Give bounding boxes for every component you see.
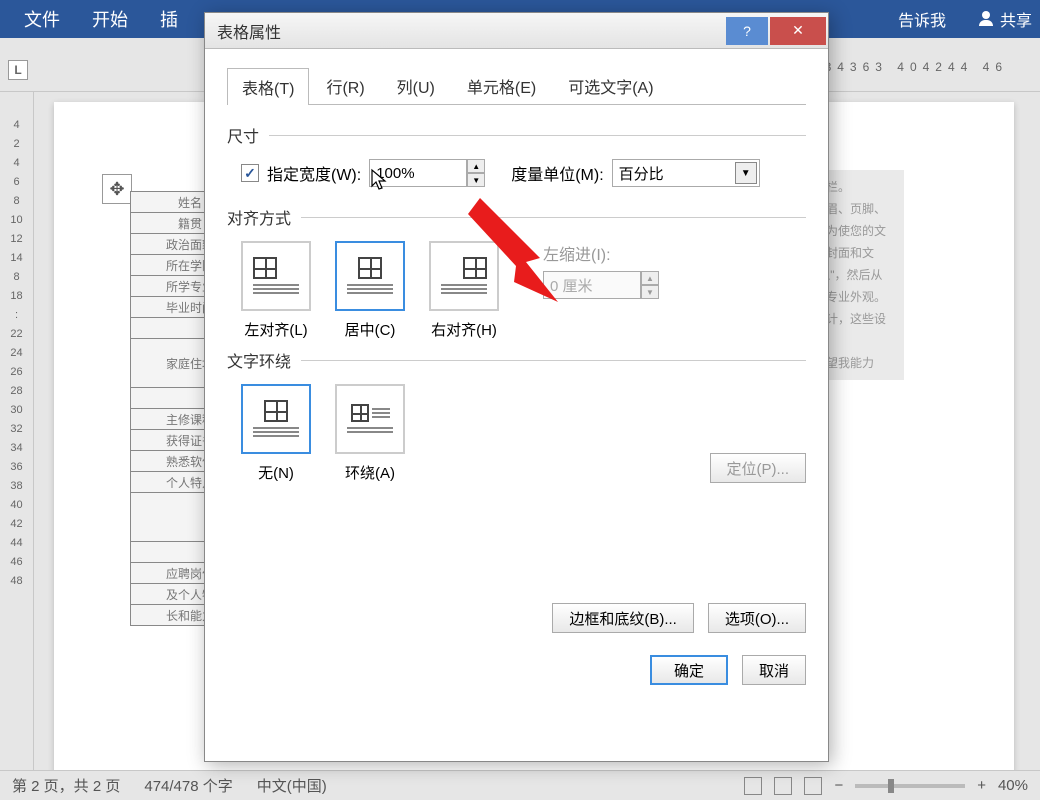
wrap-around-option[interactable]	[335, 384, 405, 454]
zoom-value[interactable]: 40%	[998, 777, 1028, 794]
tell-me-label[interactable]: 告诉我	[898, 7, 946, 31]
view-web-icon[interactable]	[804, 777, 822, 795]
dialog-tabs: 表格(T) 行(R) 列(U) 单元格(E) 可选文字(A)	[227, 67, 806, 105]
tab-selector[interactable]: L	[8, 60, 28, 80]
spin-down-icon[interactable]: ▼	[467, 173, 485, 187]
tab-alt-text[interactable]: 可选文字(A)	[553, 67, 668, 104]
status-words[interactable]: 474/478 个字	[144, 775, 232, 796]
status-language[interactable]: 中文(中国)	[257, 775, 327, 796]
person-icon	[978, 11, 994, 27]
width-label: 指定宽度(W):	[267, 161, 361, 185]
status-bar: 第 2 页，共 2 页 474/478 个字 中文(中国) − + 40%	[0, 770, 1040, 800]
zoom-out-icon[interactable]: −	[834, 777, 843, 794]
close-button[interactable]: ✕	[770, 17, 826, 45]
alignment-section-label: 对齐方式	[227, 205, 806, 229]
zoom-in-icon[interactable]: +	[977, 777, 986, 794]
align-left-option[interactable]	[241, 241, 311, 311]
status-page[interactable]: 第 2 页，共 2 页	[12, 775, 120, 796]
wrap-none-label: 无(N)	[258, 462, 294, 483]
align-left-label: 左对齐(L)	[244, 319, 307, 340]
zoom-slider[interactable]	[855, 784, 965, 788]
table-properties-dialog: 表格属性 ? ✕ 表格(T) 行(R) 列(U) 单元格(E) 可选文字(A) …	[204, 12, 829, 762]
spin-up-icon: ▲	[641, 271, 659, 285]
table-move-handle[interactable]: ✥	[102, 174, 132, 204]
spin-up-icon[interactable]: ▲	[467, 159, 485, 173]
share-button[interactable]: 共享	[1000, 7, 1032, 31]
indent-input	[543, 271, 641, 299]
align-right-label: 右对齐(H)	[431, 319, 497, 340]
tab-table[interactable]: 表格(T)	[227, 68, 309, 105]
ribbon-tab-file[interactable]: 文件	[8, 0, 76, 40]
spin-down-icon: ▼	[641, 285, 659, 299]
wrap-section-label: 文字环绕	[227, 348, 806, 372]
options-button[interactable]: 选项(O)...	[708, 603, 806, 633]
align-right-option[interactable]	[429, 241, 499, 311]
vertical-ruler: 42 468 101214 818: 222426 283032 343638 …	[0, 92, 34, 770]
dialog-titlebar[interactable]: 表格属性 ? ✕	[205, 13, 828, 49]
width-checkbox[interactable]: ✓	[241, 164, 259, 182]
wrap-none-option[interactable]	[241, 384, 311, 454]
view-readmode-icon[interactable]	[744, 777, 762, 795]
position-button: 定位(P)...	[710, 453, 807, 483]
help-button[interactable]: ?	[726, 17, 768, 45]
tab-row[interactable]: 行(R)	[311, 67, 379, 104]
width-input[interactable]	[369, 159, 467, 187]
size-section-label: 尺寸	[227, 123, 806, 147]
unit-label: 度量单位(M):	[511, 161, 603, 185]
tab-cell[interactable]: 单元格(E)	[452, 67, 551, 104]
wrap-around-label: 环绕(A)	[345, 462, 395, 483]
chevron-down-icon[interactable]: ▼	[735, 162, 757, 184]
view-print-icon[interactable]	[774, 777, 792, 795]
dialog-title: 表格属性	[217, 19, 281, 43]
border-shading-button[interactable]: 边框和底纹(B)...	[552, 603, 694, 633]
align-center-option[interactable]	[335, 241, 405, 311]
align-center-label: 居中(C)	[345, 319, 396, 340]
ribbon-tab-insert[interactable]: 插	[144, 0, 194, 40]
ok-button[interactable]: 确定	[650, 655, 728, 685]
indent-label: 左缩进(I):	[543, 241, 659, 265]
unit-select[interactable]: 百分比 ▼	[612, 159, 760, 187]
width-spinner[interactable]: ▲▼	[369, 159, 485, 187]
cancel-button[interactable]: 取消	[742, 655, 806, 685]
indent-spinner: ▲▼	[543, 271, 659, 299]
ribbon-tab-home[interactable]: 开始	[76, 0, 144, 40]
tab-column[interactable]: 列(U)	[382, 67, 450, 104]
